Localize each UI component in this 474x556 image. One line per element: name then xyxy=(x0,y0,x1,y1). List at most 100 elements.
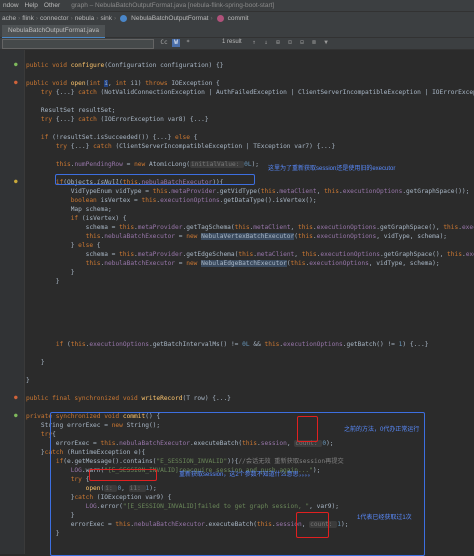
menu-help[interactable]: Help xyxy=(22,2,41,9)
code-line: try {...} catch (NotValidConnectionExcep… xyxy=(26,88,474,97)
code-token: this xyxy=(260,188,276,195)
annotation-reacquire-session: 重新获取session，这2个参数不知道什么意思，。。。 xyxy=(179,472,314,478)
code-token: if xyxy=(55,341,67,348)
code-token: .getEdgeSchema( xyxy=(182,251,239,258)
editor-tab-bar: NebulaBatchOutputFormat.java xyxy=(0,25,474,39)
breadcrumb-item[interactable]: nebula xyxy=(73,15,97,22)
code-token: } xyxy=(26,242,79,249)
menu-bar: ndow Help Other graph – NebulaBatchOutpu… xyxy=(0,0,474,11)
highlight-count-zero xyxy=(297,416,318,442)
code-token: = xyxy=(175,260,187,267)
gutter-marker-icon[interactable]: ● xyxy=(14,412,18,419)
code-line: if (isVertex) { xyxy=(26,214,127,223)
add-selection-icon[interactable]: ⊡ xyxy=(286,39,294,47)
next-occurrence-icon[interactable]: ↓ xyxy=(262,39,270,47)
code-token: this xyxy=(443,224,459,231)
highlight-count-one xyxy=(296,512,329,538)
code-token: metaProvider xyxy=(137,251,183,258)
menu-other[interactable]: Other xyxy=(41,2,63,9)
code-token: metaClient xyxy=(253,224,291,231)
select-all-icon[interactable]: ⊞ xyxy=(274,39,282,47)
code-token: writeRecord xyxy=(141,395,183,402)
select-occurrences-icon[interactable]: ⊠ xyxy=(310,39,318,47)
code-token: executionOptions xyxy=(283,341,343,348)
code-token: ) {...} xyxy=(402,341,429,348)
code-token: schema = xyxy=(26,251,120,258)
code-token: int xyxy=(89,80,105,87)
code-token: , vidType, schema); xyxy=(368,260,440,267)
code-token: IOException { xyxy=(171,80,220,87)
code-token: this xyxy=(238,251,254,258)
code-token: executionOptions xyxy=(316,224,377,231)
gutter-marker-icon[interactable]: ● xyxy=(14,79,18,86)
code-token: (T row) {...} xyxy=(182,395,231,402)
annotation-old-executor: 这里为了重新获取session还是使用旧的executor xyxy=(268,166,396,172)
remove-selection-icon[interactable]: ⊟ xyxy=(298,39,306,47)
breadcrumb-item[interactable]: sink xyxy=(98,15,114,22)
code-token: try xyxy=(55,143,71,150)
code-token: this xyxy=(264,341,280,348)
code-line: this.numPendingRow = new AtomicLong(init… xyxy=(26,160,259,169)
code-token: boolean xyxy=(70,197,101,204)
editor-gutter: ● ● ● ● ● xyxy=(0,50,25,554)
gutter-marker-icon[interactable]: ● xyxy=(14,394,18,401)
gutter-marker-icon[interactable]: ● xyxy=(14,61,18,68)
code-token: (!resultSet.isSucceeded()) {...} xyxy=(52,134,176,141)
code-token: AtomicLong( xyxy=(148,161,190,168)
code-token: = xyxy=(122,161,135,168)
code-line: try {...} catch (IOErrorException var8) … xyxy=(26,115,209,124)
breadcrumb-item[interactable]: flink xyxy=(20,15,36,22)
code-token: .getGraphSpace(), xyxy=(379,251,448,258)
code-token: , vidType, schema); xyxy=(376,233,448,240)
filter-icon[interactable]: ▼ xyxy=(322,39,330,47)
words-toggle[interactable]: W xyxy=(172,39,180,47)
breadcrumb-item[interactable]: commit xyxy=(226,15,251,22)
previous-occurrence-icon[interactable]: ↑ xyxy=(250,39,258,47)
code-token: (ClientServerIncompatibleException | TEx… xyxy=(115,143,336,150)
code-token: this xyxy=(152,188,168,195)
code-token: ); xyxy=(251,161,260,168)
code-token: nebulaBatchExecutor xyxy=(104,233,176,240)
code-token: {...} xyxy=(70,143,94,150)
code-token: metaClient xyxy=(257,251,295,258)
code-token: metaProvider xyxy=(171,188,217,195)
tab-nebula-batch-output-format[interactable]: NebulaBatchOutputFormat.java xyxy=(2,25,106,39)
code-token: } xyxy=(26,278,60,285)
code-token: .getTagSchema( xyxy=(182,224,235,231)
gutter-marker-icon[interactable]: ● xyxy=(14,178,18,185)
code-token: int xyxy=(115,80,131,87)
code-token: this xyxy=(447,251,462,258)
code-token: executionOptions xyxy=(89,341,149,348)
menu-window[interactable]: ndow xyxy=(0,2,22,9)
code-token: public void xyxy=(26,62,71,69)
code-token: throws xyxy=(145,80,172,87)
code-token: .getDataType().isVertex(); xyxy=(219,197,317,204)
code-token: this xyxy=(55,161,71,168)
regex-toggle[interactable]: * xyxy=(184,39,192,47)
window-title: graph – NebulaBatchOutputFormat.java [ne… xyxy=(71,2,275,9)
code-token: } xyxy=(26,449,45,456)
code-token: ResultSet resultSet; xyxy=(26,107,116,114)
code-token: .getGraphSpace(), xyxy=(376,224,444,231)
code-token: metaClient xyxy=(279,188,317,195)
breadcrumb-item[interactable]: NebulaBatchOutputFormat xyxy=(129,15,210,22)
highlight-isnull-check xyxy=(55,174,255,185)
code-token: this xyxy=(324,188,339,195)
search-input[interactable] xyxy=(2,39,154,49)
code-token: .getBatch() != xyxy=(342,341,399,348)
code-token: schema = xyxy=(26,224,120,231)
code-token: , xyxy=(290,224,298,231)
breadcrumb-item[interactable]: connector xyxy=(38,15,71,22)
code-token: {...} xyxy=(55,89,79,96)
match-case-toggle[interactable]: Cc xyxy=(160,39,168,47)
code-token: executionOptions xyxy=(342,188,403,195)
breadcrumb-item[interactable]: ache xyxy=(0,15,18,22)
